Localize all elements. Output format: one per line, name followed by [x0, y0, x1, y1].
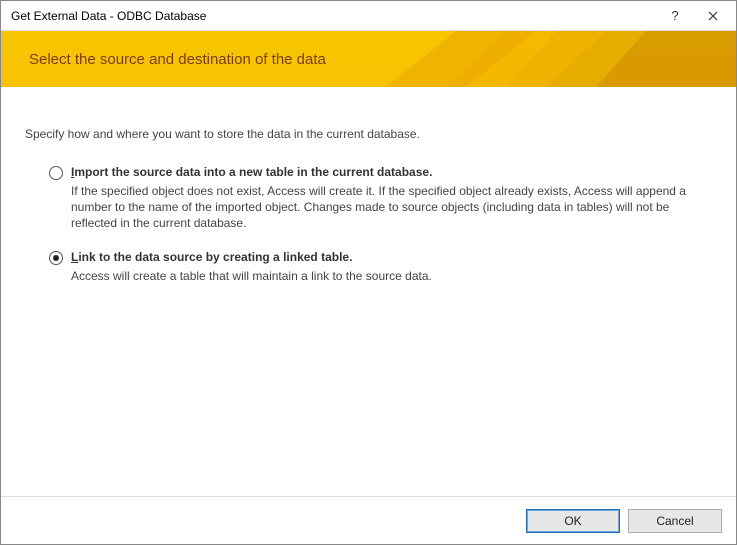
radio-link[interactable] — [49, 251, 63, 265]
titlebar: Get External Data - ODBC Database ? — [1, 1, 736, 31]
banner-title: Select the source and destination of the… — [29, 51, 326, 68]
option-import[interactable]: Import the source data into a new table … — [49, 165, 712, 232]
help-icon: ? — [671, 8, 678, 23]
dialog-content: Specify how and where you want to store … — [1, 87, 736, 496]
cancel-button[interactable]: Cancel — [628, 509, 722, 533]
option-import-title: Import the source data into a new table … — [71, 165, 712, 179]
dialog-footer: OK Cancel — [1, 496, 736, 544]
option-import-desc: If the specified object does not exist, … — [71, 183, 691, 232]
banner-decoration — [386, 31, 736, 87]
window-title: Get External Data - ODBC Database — [11, 9, 656, 23]
option-link-title: Link to the data source by creating a li… — [71, 250, 712, 264]
close-icon — [708, 11, 718, 21]
option-link-desc: Access will create a table that will mai… — [71, 268, 691, 284]
options-group: Import the source data into a new table … — [25, 165, 712, 284]
dialog-window: Get External Data - ODBC Database ? Sele… — [0, 0, 737, 545]
radio-import[interactable] — [49, 166, 63, 180]
ok-button[interactable]: OK — [526, 509, 620, 533]
banner: Select the source and destination of the… — [1, 31, 736, 87]
help-button[interactable]: ? — [656, 2, 694, 30]
option-link[interactable]: Link to the data source by creating a li… — [49, 250, 712, 284]
close-button[interactable] — [694, 2, 732, 30]
intro-text: Specify how and where you want to store … — [25, 127, 712, 141]
